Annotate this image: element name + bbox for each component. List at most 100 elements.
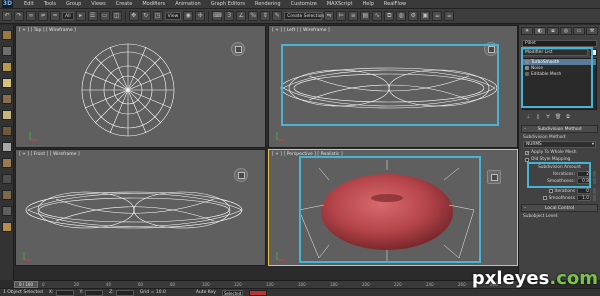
x-coordinate-input[interactable] — [55, 289, 74, 296]
preset-thumbnail-icon[interactable] — [1, 222, 12, 232]
preset-thumbnail-icon[interactable] — [1, 206, 12, 216]
named-selection-set-dropdown[interactable]: Create Selection Se — [284, 12, 331, 20]
menu-help[interactable]: Help — [358, 0, 379, 9]
redo-icon[interactable]: ↷ — [14, 11, 24, 21]
light-bulb-icon[interactable] — [525, 60, 529, 64]
align-icon[interactable]: ⊨ — [336, 11, 347, 21]
spinner-snap-icon[interactable]: ⇕ — [260, 11, 271, 21]
preset-thumbnail-icon[interactable] — [1, 126, 12, 136]
viewcube-icon[interactable] — [234, 168, 248, 182]
keyboard-shortcut-icon[interactable]: ⌨ — [212, 11, 223, 21]
display-tab-icon[interactable]: ▭ — [573, 27, 585, 35]
menu-edit[interactable]: Edit — [19, 0, 39, 9]
show-end-result-icon[interactable]: ❙ — [535, 114, 541, 120]
mirror-icon[interactable]: ⇋ — [324, 11, 335, 21]
layer-manager-icon[interactable]: ≡ — [348, 11, 359, 21]
rendered-frame-icon[interactable]: ▣ — [420, 11, 431, 21]
old-style-mapping-checkbox[interactable]: Old Style Mapping — [525, 157, 596, 162]
smoothness-input[interactable]: 0.8 — [577, 178, 591, 184]
undo-icon[interactable]: ↶ — [2, 11, 12, 21]
viewcube-icon[interactable] — [484, 42, 498, 56]
render-iterations-input[interactable]: 0 — [577, 188, 591, 194]
curve-editor-icon[interactable]: ∿ — [372, 11, 383, 21]
link-icon[interactable]: ∞ — [26, 11, 36, 21]
object-color-swatch[interactable] — [590, 49, 597, 56]
remove-modifier-icon[interactable]: 🗑 — [555, 114, 561, 120]
rectangular-selection-icon[interactable]: ▭ — [99, 11, 110, 21]
scale-icon[interactable]: ◳ — [152, 11, 163, 21]
menu-realflow[interactable]: RealFlow — [379, 0, 411, 9]
make-unique-icon[interactable]: ∀ — [545, 114, 551, 120]
menu-views[interactable]: Views — [86, 0, 110, 9]
selection-filter-dropdown[interactable]: All — [62, 12, 74, 20]
utilities-tab-icon[interactable]: ⚒ — [586, 27, 598, 35]
preset-thumbnail-icon[interactable] — [1, 30, 12, 40]
checkbox-unchecked-icon[interactable] — [525, 157, 529, 162]
motion-tab-icon[interactable]: ◎ — [560, 27, 572, 35]
menu-group[interactable]: Group — [61, 0, 86, 9]
move-icon[interactable]: ✥ — [128, 11, 139, 21]
select-manipulate-icon[interactable]: ✢ — [195, 11, 206, 21]
rollout-subdivision-method[interactable]: – Subdivision Method — [521, 125, 598, 133]
rollout-local-control[interactable]: – Local Control — [521, 204, 598, 212]
stack-item-editable-mesh[interactable]: Editable Mesh — [523, 71, 596, 77]
spinner-arrows-icon[interactable] — [593, 178, 596, 184]
select-by-name-icon[interactable]: ☰ — [87, 11, 98, 21]
modifier-list-dropdown[interactable]: Modifier List — [522, 49, 588, 56]
preset-thumbnail-icon[interactable] — [1, 94, 12, 104]
menu-rendering[interactable]: Rendering — [250, 0, 286, 9]
viewcube-icon[interactable] — [487, 170, 501, 184]
iterations-input[interactable]: 2 — [577, 171, 591, 177]
preset-thumbnail-icon[interactable] — [1, 158, 12, 168]
graphite-ribbon-icon[interactable]: ▤ — [360, 11, 371, 21]
viewcube-icon[interactable] — [231, 42, 245, 56]
apply-to-whole-mesh-checkbox[interactable]: ✓ Apply To Whole Mesh — [525, 150, 596, 155]
pin-stack-icon[interactable]: ⊥ — [525, 114, 531, 120]
render-smoothness-input[interactable]: 1.0 — [577, 195, 591, 201]
checkbox-checked-icon[interactable]: ✓ — [525, 150, 529, 155]
material-editor-icon[interactable]: ◍ — [396, 11, 407, 21]
snaps-toggle-icon[interactable]: 3 — [224, 11, 235, 21]
preset-thumbnail-icon[interactable] — [1, 174, 12, 184]
y-coordinate-input[interactable] — [85, 289, 104, 296]
menu-create[interactable]: Create — [111, 0, 138, 9]
menu-maxscript[interactable]: MAXScript — [322, 0, 358, 9]
schematic-view-icon[interactable]: ⧉ — [384, 11, 395, 21]
create-tab-icon[interactable]: ✳ — [521, 27, 533, 35]
edit-named-selection-icon[interactable]: ✎ — [272, 11, 283, 21]
preset-thumbnail-icon[interactable] — [1, 110, 12, 120]
menu-customize[interactable]: Customize — [286, 0, 322, 9]
selected-dropdown[interactable]: Selected — [221, 289, 244, 296]
preset-thumbnail-icon[interactable] — [1, 190, 12, 200]
render-setup-icon[interactable]: ⚙ — [408, 11, 419, 21]
configure-sets-icon[interactable]: ⧉ — [565, 114, 571, 120]
object-name-field[interactable]: Pillet — [522, 40, 597, 47]
window-crossing-icon[interactable]: ◫ — [111, 11, 122, 21]
preset-thumbnail-icon[interactable] — [1, 46, 12, 56]
menu-graph-editors[interactable]: Graph Editors — [206, 0, 250, 9]
viewport-perspective[interactable]: [ + ] [ Perspective ] [ Realistic ] — [268, 149, 518, 266]
menu-animation[interactable]: Animation — [170, 0, 206, 9]
auto-key-button[interactable]: Auto Key — [196, 290, 216, 295]
light-bulb-icon[interactable] — [525, 66, 529, 70]
set-key-button[interactable] — [249, 289, 268, 296]
percent-snap-icon[interactable]: % — [248, 11, 259, 21]
z-coordinate-input[interactable] — [115, 289, 134, 296]
rotate-icon[interactable]: ↻ — [140, 11, 151, 21]
preset-thumbnail-icon[interactable] — [1, 142, 12, 152]
viewport-left[interactable]: [ + ] [ Left ] [ Wireframe ] — [268, 25, 518, 148]
preset-thumbnail-icon[interactable] — [1, 78, 12, 88]
reference-coordinate-dropdown[interactable]: View — [164, 12, 182, 20]
bind-space-warp-icon[interactable]: ≈ — [50, 11, 60, 21]
render-production-icon[interactable]: ☕ — [432, 11, 443, 21]
checkbox-unchecked-icon[interactable] — [542, 196, 547, 200]
viewport-front[interactable]: [ + ] [ Front ] [ Wireframe ] — [15, 149, 266, 266]
subdivision-method-dropdown[interactable]: NURMS ▾ — [523, 141, 596, 148]
render-iterative-icon[interactable]: ☕ — [444, 11, 455, 21]
angle-snap-icon[interactable]: ∠ — [236, 11, 247, 21]
spinner-arrows-icon[interactable] — [593, 188, 596, 194]
pivot-center-icon[interactable]: ◉ — [183, 11, 194, 21]
spinner-arrows-icon[interactable] — [593, 171, 596, 177]
time-slider[interactable]: 0 / 100 — [14, 281, 38, 288]
application-button[interactable]: 3D — [2, 0, 13, 8]
